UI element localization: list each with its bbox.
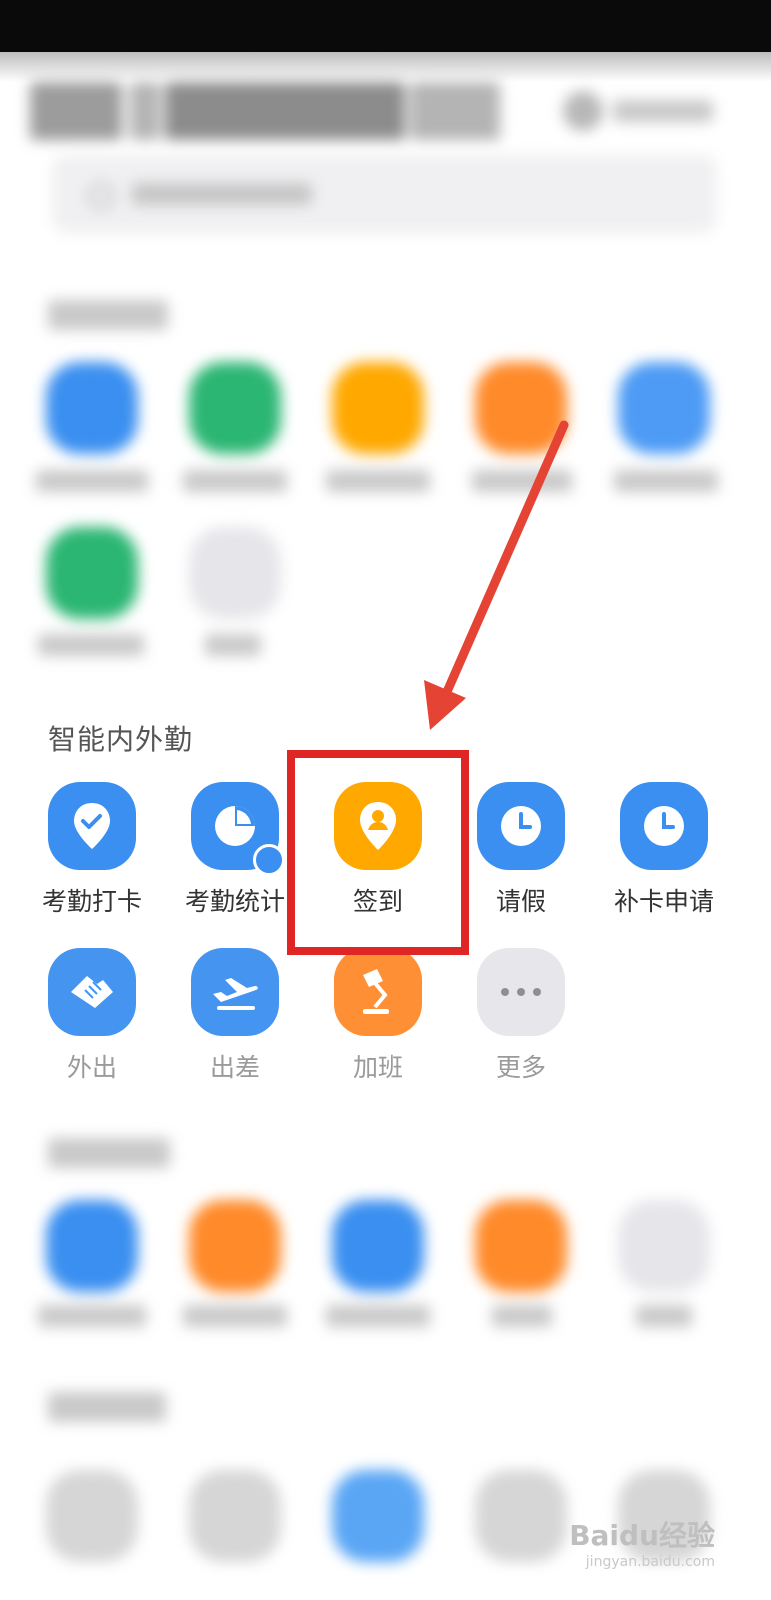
watermark-brand: Baidu经验 [569, 1519, 715, 1552]
watermark-logo: Baidu经验 jingyan.baidu.com [569, 1514, 715, 1570]
annotation-arrow [424, 420, 569, 730]
watermark-url: jingyan.baidu.com [585, 1554, 715, 1570]
